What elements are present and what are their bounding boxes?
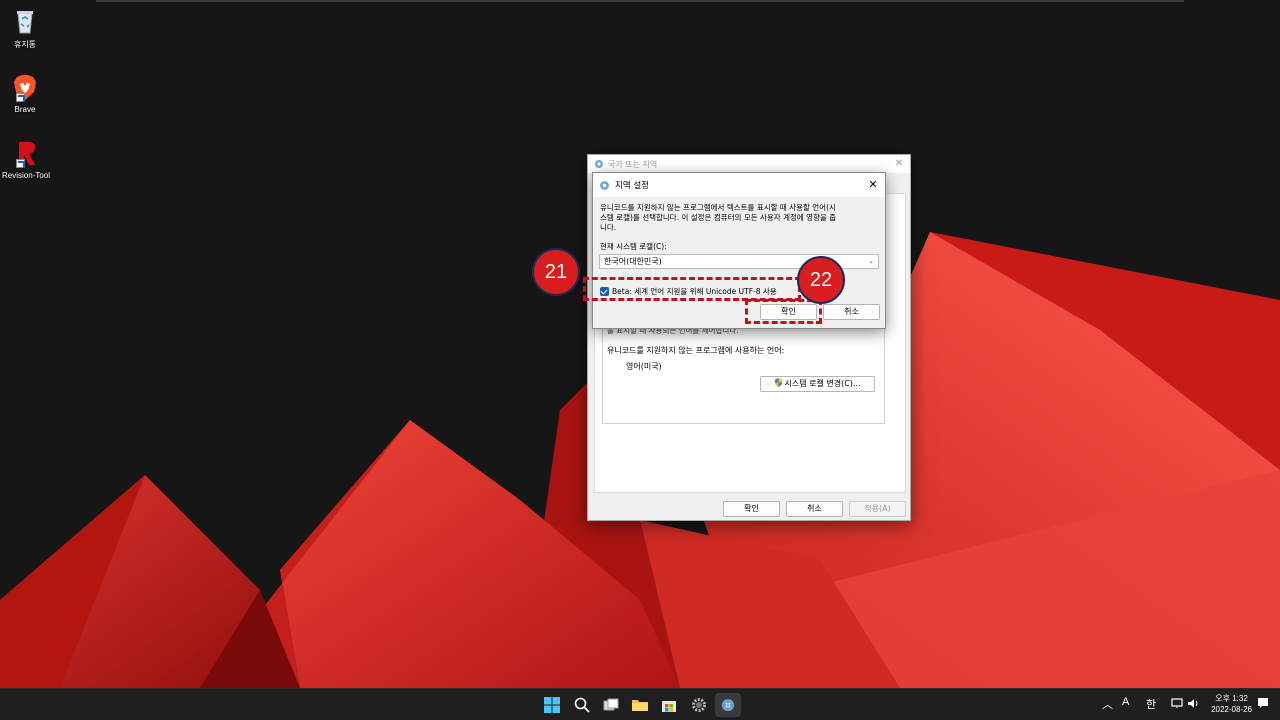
region-control-panel-button[interactable] (715, 693, 741, 717)
network-icon[interactable] (1171, 698, 1184, 712)
show-hidden-icons-chevron-icon[interactable]: ︿ (1102, 696, 1113, 712)
globe-settings-icon (595, 160, 603, 168)
desktop-icon-recycle-bin[interactable]: 휴지통 (2, 6, 48, 50)
revision-tool-icon (10, 138, 40, 168)
ime-language-indicator[interactable]: 한 (1146, 696, 1156, 712)
desktop-icon-label: Revision-Tool (2, 171, 51, 180)
chevron-down-icon: ⌄ (868, 257, 874, 265)
gear-icon (692, 698, 706, 712)
ime-mode-indicator[interactable]: A (1122, 696, 1129, 708)
globe-settings-icon (600, 180, 609, 190)
close-icon[interactable]: ✕ (892, 157, 906, 171)
settings-button[interactable] (686, 693, 712, 717)
clock-date: 2022-08-26 (1211, 705, 1252, 714)
search-button[interactable] (569, 693, 595, 717)
region-dialog-title: 국가 또는 지역 (608, 159, 658, 169)
description-line: 니다. (600, 223, 617, 232)
system-clock[interactable]: 오후 1:32 2022-08-26 (1211, 693, 1252, 715)
step-badge-22: 22 (797, 256, 845, 304)
start-button[interactable] (539, 693, 565, 717)
desktop-icon-revision-tool[interactable]: Revision-Tool (2, 138, 51, 180)
highlight-beta-checkbox (583, 277, 801, 301)
locale-description: 유니코드를 지원하지 않는 프로그램에서 텍스트를 표시할 때 사용할 언어(시… (600, 203, 882, 233)
description-line: 유니코드를 지원하지 않는 프로그램에서 텍스트를 표시할 때 사용할 언어(시 (600, 203, 836, 212)
region-apply-button[interactable]: 적용(A) (849, 501, 906, 517)
clock-time: 오후 1:32 (1215, 694, 1248, 703)
locale-dialog-titlebar[interactable]: 지역 설정 ✕ (593, 173, 885, 197)
search-icon (574, 697, 590, 713)
unicode-lang-value: 영어(미국) (626, 362, 662, 371)
system-locale-value: 한국어(대한민국) (604, 257, 662, 266)
task-view-button[interactable] (598, 693, 624, 717)
windows-logo-icon (544, 697, 560, 713)
highlight-ok-button (745, 299, 822, 324)
step-badge-21: 21 (532, 248, 580, 296)
volume-icon[interactable] (1187, 698, 1200, 712)
change-locale-label: 시스템 로캘 변경(C)... (784, 379, 861, 388)
description-line: 스템 로캘)를 선택합니다. 이 설정은 컴퓨터의 모든 사용자 계정에 영향을… (600, 213, 837, 222)
file-explorer-button[interactable] (627, 693, 653, 717)
shortcut-arrow-icon (16, 159, 25, 168)
desktop-icon-brave[interactable]: Brave (2, 72, 48, 114)
unicode-lang-label: 유니코드를 지원하지 않는 프로그램에 사용하는 언어: (607, 346, 785, 355)
change-system-locale-button[interactable]: 시스템 로캘 변경(C)... (760, 376, 875, 392)
folder-icon (632, 700, 648, 711)
region-ok-button[interactable]: 확인 (723, 501, 780, 517)
globe-settings-icon (722, 699, 734, 711)
region-cancel-button[interactable]: 취소 (786, 501, 843, 517)
current-locale-label: 현재 시스템 로캘(C): (600, 242, 667, 251)
notification-icon[interactable] (1257, 697, 1269, 712)
task-view-icon (603, 698, 619, 711)
locale-cancel-button[interactable]: 취소 (823, 304, 880, 320)
close-icon[interactable]: ✕ (865, 177, 881, 193)
recycle-bin-icon (10, 6, 40, 36)
uac-shield-icon (775, 378, 783, 387)
store-button[interactable] (656, 693, 682, 717)
desktop-icon-label: 휴지통 (13, 40, 37, 49)
store-icon (662, 701, 676, 712)
brave-lion-icon (10, 72, 40, 102)
taskbar: ︿ A 한 오후 1:32 2022-08-26 (0, 688, 1280, 720)
region-dialog-titlebar[interactable]: 국가 또는 지역 ✕ (588, 155, 910, 173)
desktop-icon-label: Brave (14, 105, 36, 114)
shortcut-arrow-icon (16, 93, 25, 102)
locale-dialog-title: 지역 설정 (615, 181, 649, 191)
locale-settings-dialog: 지역 설정 ✕ 유니코드를 지원하지 않는 프로그램에서 텍스트를 표시할 때 … (592, 172, 886, 329)
